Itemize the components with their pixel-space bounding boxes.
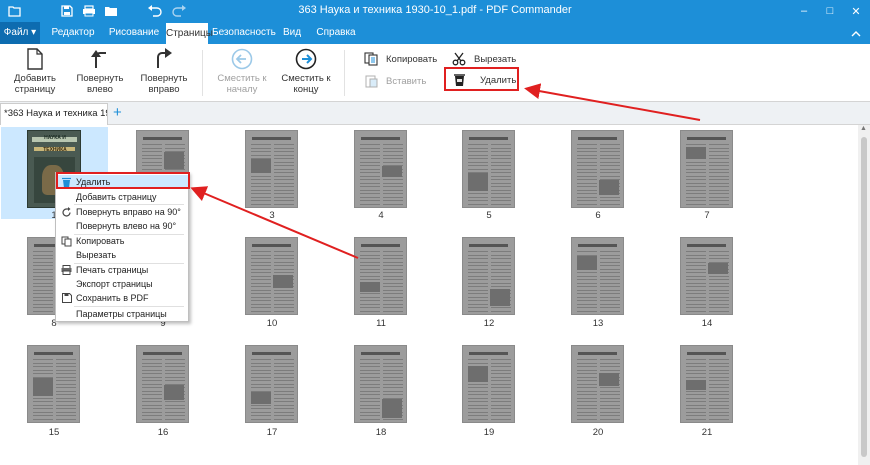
cover-title-line: ТЕХНИКА — [43, 147, 67, 153]
tab-view[interactable]: Вид — [280, 22, 304, 44]
ctx-save-pdf[interactable]: Сохранить в PDF — [56, 291, 188, 305]
page-thumbnail[interactable] — [462, 237, 515, 315]
ctx-rotate-right[interactable]: Повернуть вправо на 90° — [56, 205, 188, 219]
maximize-button[interactable]: □ — [818, 1, 842, 21]
page-thumbnail[interactable] — [680, 237, 733, 315]
menu-bar: Файл ▾ Редактор Рисование Страницы Безоп… — [0, 22, 870, 44]
scrollbar-thumb[interactable] — [861, 137, 867, 457]
tab-editor[interactable]: Редактор — [44, 22, 102, 44]
add-page-button[interactable]: Добавить страницу — [8, 48, 62, 95]
ribbon-divider — [344, 50, 345, 96]
rotate-right-icon — [136, 48, 192, 70]
page-thumbnail[interactable] — [245, 237, 298, 315]
ctx-add-page[interactable]: Добавить страницу — [56, 190, 188, 204]
collapse-ribbon-icon[interactable] — [844, 23, 868, 43]
page-number: 18 — [375, 427, 387, 438]
page-thumbnail[interactable] — [245, 345, 298, 423]
page-thumbnail[interactable] — [571, 345, 624, 423]
page-number: 19 — [483, 427, 495, 438]
file-menu[interactable]: Файл ▾ — [0, 22, 40, 44]
tab-help[interactable]: Справка — [314, 22, 358, 44]
ctx-copy[interactable]: Копировать — [56, 234, 188, 248]
tab-drawing[interactable]: Рисование — [104, 22, 164, 44]
vertical-scrollbar[interactable]: ▲ — [858, 125, 870, 465]
cut-button[interactable]: Вырезать — [450, 50, 516, 68]
page-number: 6 — [595, 210, 601, 221]
page-number: 20 — [592, 427, 604, 438]
window-title: 363 Наука и техника 1930-10_1.pdf - PDF … — [298, 4, 572, 16]
rotate-right-button[interactable]: Повернуть вправо — [136, 48, 192, 95]
context-menu: Удалить Добавить страницу Повернуть впра… — [55, 172, 189, 322]
page-number: 14 — [701, 318, 713, 329]
tab-pages[interactable]: Страницы — [166, 22, 213, 44]
page-number: 5 — [486, 210, 492, 221]
rotate-right-icon — [61, 206, 72, 218]
copy-icon — [362, 52, 380, 66]
page-number: 16 — [157, 427, 169, 438]
document-tab[interactable]: *363 Наука и техника 19... — [0, 103, 108, 125]
page-thumbnail[interactable] — [354, 130, 407, 208]
add-page-icon — [8, 48, 62, 70]
page-number: 21 — [701, 427, 713, 438]
page-thumbnail[interactable] — [354, 345, 407, 423]
save-icon — [61, 292, 72, 304]
minimize-button[interactable]: – — [792, 1, 816, 21]
print-icon — [61, 264, 72, 276]
page-number: 7 — [704, 210, 710, 221]
app-window: 363 Наука и техника 1930-10_1.pdf - PDF … — [0, 0, 870, 465]
page-number: 4 — [378, 210, 384, 221]
move-to-end-button[interactable]: Сместить к концу — [278, 48, 334, 95]
cover-title: НАУКА И ТЕХНИКА — [30, 135, 80, 153]
page-thumbnail[interactable] — [462, 130, 515, 208]
page-number: 15 — [48, 427, 60, 438]
rotate-left-icon — [72, 48, 128, 70]
page-thumbnail[interactable] — [680, 130, 733, 208]
ctx-rotate-left[interactable]: Повернуть влево на 90° — [56, 219, 188, 233]
page-number: 10 — [266, 318, 278, 329]
title-bar: 363 Наука и техника 1930-10_1.pdf - PDF … — [0, 0, 870, 22]
page-thumbnail[interactable] — [462, 345, 515, 423]
page-number: 17 — [266, 427, 278, 438]
cover-title-line: НАУКА И — [44, 135, 66, 141]
page-thumbnail[interactable] — [27, 345, 80, 423]
add-tab-button[interactable]: + — [113, 105, 122, 121]
page-thumbnail[interactable] — [136, 345, 189, 423]
page-number: 3 — [269, 210, 275, 221]
page-thumbnail[interactable] — [571, 130, 624, 208]
page-thumbnail[interactable] — [245, 130, 298, 208]
ctx-cut[interactable]: Вырезать — [56, 248, 188, 262]
page-thumbnail[interactable] — [354, 237, 407, 315]
arrow-left-circle-icon — [214, 48, 270, 70]
tab-security[interactable]: Безопасность — [212, 22, 276, 44]
copy-icon — [61, 235, 72, 247]
paste-button[interactable]: Вставить — [362, 72, 426, 90]
move-to-start-button[interactable]: Сместить к началу — [214, 48, 270, 95]
page-number: 12 — [483, 318, 495, 329]
delete-highlight-box — [444, 67, 519, 91]
ctx-delete-highlight-box — [56, 172, 190, 189]
ribbon: Добавить страницу Повернуть влево Поверн… — [0, 44, 870, 102]
scissors-icon — [450, 52, 468, 66]
ribbon-divider — [202, 50, 203, 96]
scroll-up-icon[interactable]: ▲ — [860, 125, 867, 132]
paste-icon — [362, 74, 380, 88]
arrow-right-circle-icon — [278, 48, 334, 70]
close-button[interactable]: ✕ — [844, 1, 868, 21]
document-tabs: *363 Наука и техника 19... + — [0, 102, 870, 125]
page-thumbnail[interactable] — [680, 345, 733, 423]
ctx-page-params[interactable]: Параметры страницы — [56, 307, 188, 321]
ctx-export-page[interactable]: Экспорт страницы — [56, 277, 188, 291]
ctx-print-page[interactable]: Печать страницы — [56, 263, 188, 277]
page-thumbnail[interactable] — [571, 237, 624, 315]
rotate-left-button[interactable]: Повернуть влево — [72, 48, 128, 95]
copy-button[interactable]: Копировать — [362, 50, 437, 68]
page-number: 13 — [592, 318, 604, 329]
page-number: 11 — [376, 318, 386, 329]
